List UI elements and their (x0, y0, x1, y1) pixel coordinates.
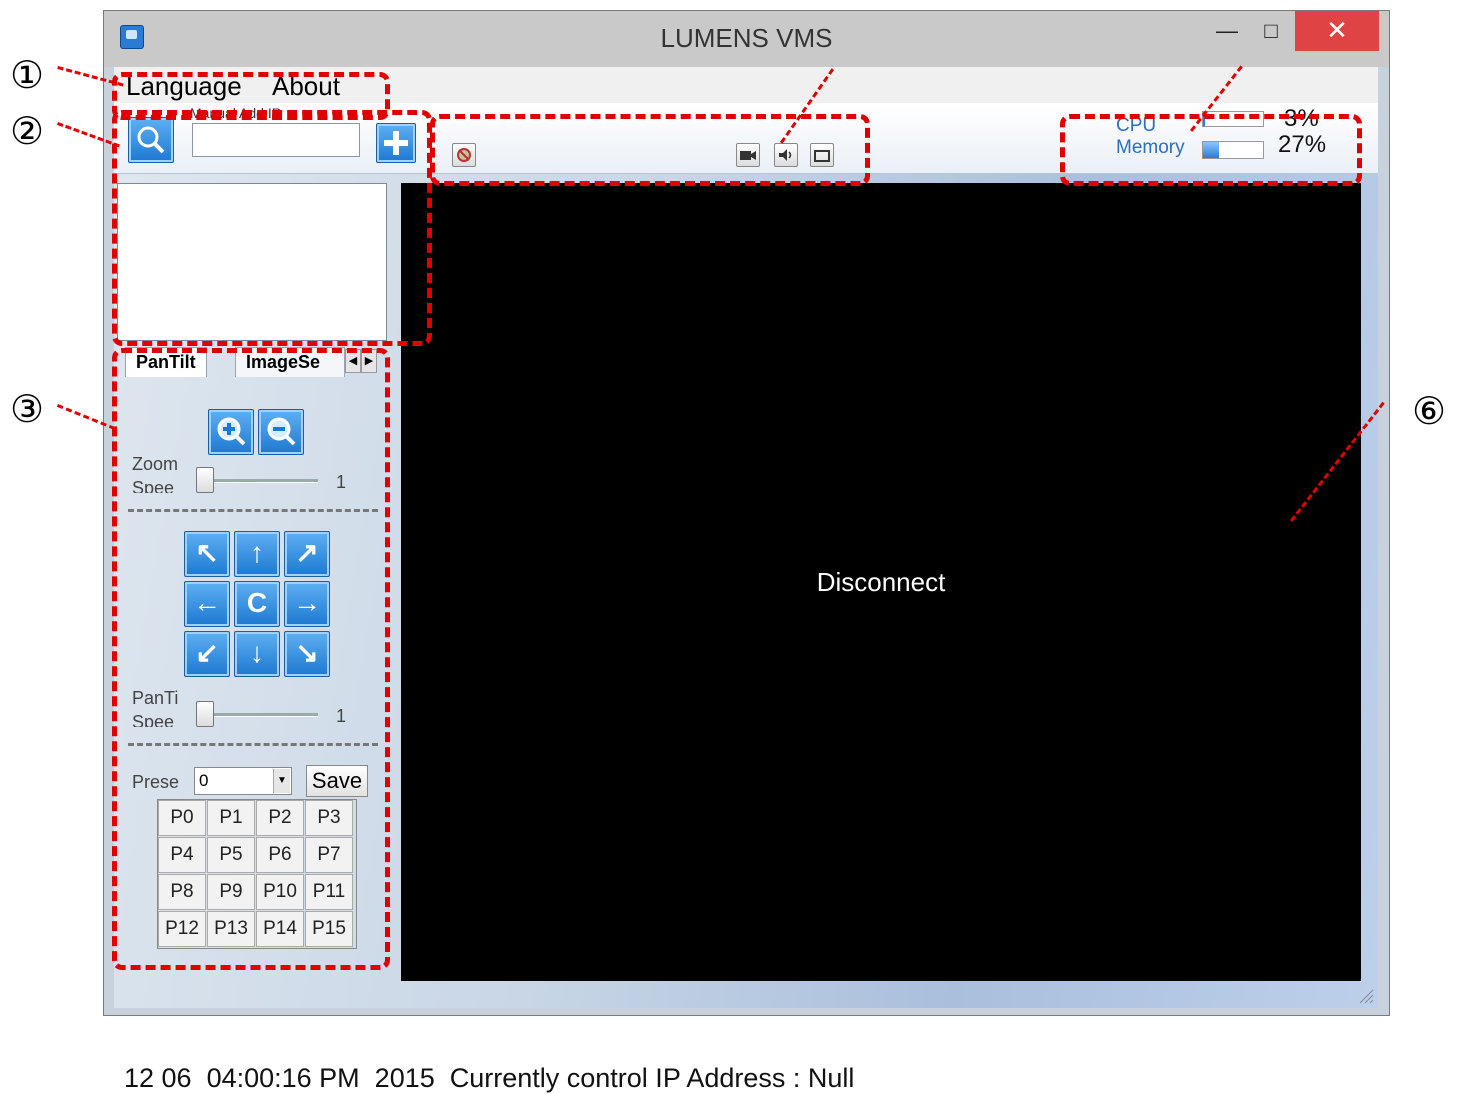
record-button[interactable] (736, 143, 760, 167)
search-device-button[interactable] (128, 117, 174, 163)
pan-down-left-button[interactable]: ↙ (184, 631, 230, 677)
disconnect-tool-button[interactable] (452, 143, 476, 167)
app-window: LUMENS VMS — □ ✕ Language About Manual A… (103, 10, 1390, 1093)
preset-button[interactable]: P14 (256, 911, 304, 947)
pan-home-button[interactable]: C (234, 581, 280, 627)
video-display[interactable]: Disconnect (401, 183, 1361, 981)
menu-language[interactable]: Language (126, 71, 242, 102)
preset-button[interactable]: P5 (207, 837, 255, 873)
preset-button[interactable]: P4 (158, 837, 206, 873)
preset-button[interactable]: P15 (305, 911, 353, 947)
device-list[interactable] (117, 183, 387, 341)
close-button[interactable]: ✕ (1295, 11, 1379, 51)
annotation-2: ② (10, 109, 45, 153)
preset-button[interactable]: P10 (256, 874, 304, 910)
tab-scroll-right[interactable]: ▶ (361, 349, 377, 373)
preset-button[interactable]: P12 (158, 911, 206, 947)
pan-up-right-button[interactable]: ↗ (284, 531, 330, 577)
client-area: Manual Add IP CPU 3% Memory 27% PanTilt … (114, 103, 1378, 1093)
pan-left-button[interactable]: ← (184, 581, 230, 627)
maximize-button[interactable]: □ (1249, 11, 1293, 51)
camera-off-icon (457, 148, 471, 162)
memory-usage-bar (1202, 141, 1264, 159)
control-tabs: PanTilt ImageSe ◀ ▶ (117, 347, 385, 379)
zoom-out-icon (267, 417, 296, 446)
add-ip-button[interactable] (376, 123, 416, 163)
preset-selected-value: 0 (199, 771, 209, 790)
zoom-speed-value: 1 (336, 472, 347, 492)
window-title: LUMENS VMS (660, 23, 833, 53)
toolbar: Manual Add IP CPU 3% Memory 27% (114, 103, 1378, 174)
save-preset-button[interactable]: Save (306, 765, 368, 797)
video-status: Disconnect (816, 567, 946, 597)
search-icon (137, 126, 165, 154)
preset-button[interactable]: P3 (305, 800, 353, 836)
preset-select[interactable]: 0 ▼ (194, 767, 292, 795)
memory-label: Memory (1116, 137, 1185, 158)
zoom-label: Zoom (132, 454, 179, 474)
cpu-label: CPU (1116, 115, 1157, 136)
cpu-percent: 3% (1284, 105, 1319, 132)
preset-grid: P0 P1 P2 P3 P4 P5 P6 P7 P8 P9 P10 P11 P1… (157, 799, 357, 949)
video-camera-icon (740, 151, 756, 160)
pantilt-speed-label: Spee (132, 712, 175, 727)
speaker-icon (779, 149, 792, 161)
pan-right-button[interactable]: → (284, 581, 330, 627)
pantilt-speed-track (196, 713, 318, 717)
menu-bar: Language About (114, 67, 1378, 103)
cpu-usage-bar (1202, 111, 1264, 127)
pantilt-speed-slider[interactable] (196, 701, 214, 727)
preset-button[interactable]: P9 (207, 874, 255, 910)
annotation-3: ③ (10, 387, 45, 431)
preset-button[interactable]: P6 (256, 837, 304, 873)
status-bar: 12 06 04:00:16 PM 2015 Currently control… (124, 1063, 855, 1093)
tab-imagesetting[interactable]: ImageSe (235, 347, 345, 377)
divider (128, 509, 378, 512)
chevron-down-icon: ▼ (273, 769, 290, 793)
preset-button[interactable]: P8 (158, 874, 206, 910)
zoom-speed-track (196, 479, 318, 483)
ip-address-input[interactable] (192, 123, 360, 157)
preset-button[interactable]: P1 (207, 800, 255, 836)
preset-button[interactable]: P2 (256, 800, 304, 836)
manual-add-label: Manual Add IP (190, 105, 282, 121)
zoom-speed-label: Spee (132, 478, 175, 493)
pan-down-right-button[interactable]: ↘ (284, 631, 330, 677)
preset-button[interactable]: P0 (158, 800, 206, 836)
memory-usage-fill (1203, 142, 1220, 158)
snapshot-button[interactable] (810, 143, 834, 167)
pan-down-button[interactable]: ↓ (234, 631, 280, 677)
minimize-button[interactable]: — (1205, 11, 1249, 51)
zoom-out-button[interactable] (258, 409, 304, 455)
preset-button[interactable]: P7 (305, 837, 353, 873)
pantilt-label: PanTi (132, 688, 179, 708)
menu-about[interactable]: About (272, 71, 340, 102)
pantilt-speed-value: 1 (336, 706, 347, 726)
annotation-6: ⑥ (1412, 389, 1447, 433)
tab-scroll-left[interactable]: ◀ (345, 349, 361, 373)
pan-up-button[interactable]: ↑ (234, 531, 280, 577)
zoom-in-button[interactable] (208, 409, 254, 455)
audio-button[interactable] (774, 143, 798, 167)
preset-button[interactable]: P11 (305, 874, 353, 910)
snapshot-icon (814, 150, 830, 162)
memory-percent: 27% (1278, 131, 1327, 158)
zoom-speed-slider[interactable] (196, 467, 214, 493)
pan-up-left-button[interactable]: ↖ (184, 531, 230, 577)
title-bar[interactable]: LUMENS VMS — □ ✕ (104, 11, 1389, 67)
divider (128, 743, 378, 746)
control-panel: PanTilt ImageSe ◀ ▶ Zoom Spee 1 ↖ ↑ ↗ ← (114, 181, 387, 975)
resize-grip-icon[interactable] (1358, 988, 1374, 1004)
preset-label: Prese (132, 772, 180, 792)
plus-icon (384, 131, 408, 155)
zoom-in-icon (217, 417, 246, 446)
tab-pantilt[interactable]: PanTilt (125, 347, 207, 377)
annotation-1: ① (10, 53, 45, 97)
preset-button[interactable]: P13 (207, 911, 255, 947)
